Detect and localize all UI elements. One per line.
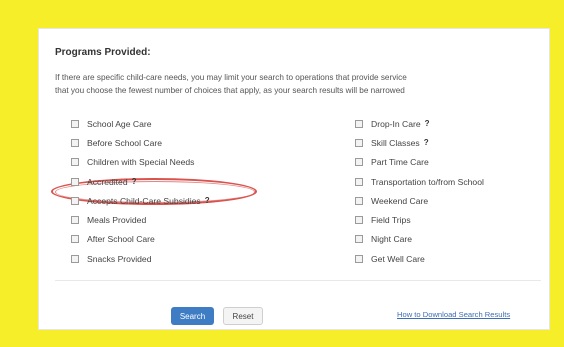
options-column-right: Drop-In Care ? Skill Classes ? Part Time… (355, 114, 484, 268)
checkbox[interactable] (71, 196, 79, 205)
checkbox[interactable] (355, 138, 363, 147)
checkbox[interactable] (71, 254, 79, 263)
help-icon[interactable]: ? (424, 138, 429, 147)
help-icon[interactable]: ? (132, 177, 137, 186)
checkbox[interactable] (355, 216, 363, 225)
checkbox[interactable] (355, 158, 363, 167)
option-label: Part Time Care (371, 157, 429, 168)
option-accepts-child-care-subsidies[interactable]: Accepts Child-Care Subsidies ? (71, 191, 210, 210)
option-transportation[interactable]: Transportation to/from School (355, 172, 484, 191)
option-label: Meals Provided (87, 215, 147, 226)
option-label: Skill Classes (371, 137, 420, 148)
description-line-1: If there are specific child-care needs, … (55, 73, 407, 82)
option-school-age-care[interactable]: School Age Care (71, 114, 210, 133)
option-before-school-care[interactable]: Before School Care (71, 133, 210, 152)
option-label: Snacks Provided (87, 253, 152, 264)
option-label: Get Well Care (371, 253, 425, 264)
option-get-well-care[interactable]: Get Well Care (355, 249, 484, 268)
divider (55, 280, 541, 281)
help-icon[interactable]: ? (205, 196, 210, 205)
checkbox[interactable] (71, 138, 79, 147)
option-after-school-care[interactable]: After School Care (71, 230, 210, 249)
checkbox[interactable] (71, 119, 79, 128)
option-label: Accredited (87, 176, 128, 187)
checkbox[interactable] (355, 177, 363, 186)
help-icon[interactable]: ? (425, 119, 430, 128)
option-part-time-care[interactable]: Part Time Care (355, 153, 484, 172)
option-night-care[interactable]: Night Care (355, 230, 484, 249)
checkbox[interactable] (71, 158, 79, 167)
option-label: Night Care (371, 234, 413, 245)
checkbox[interactable] (355, 119, 363, 128)
section-title: Programs Provided: (55, 47, 151, 58)
option-field-trips[interactable]: Field Trips (355, 210, 484, 229)
option-drop-in-care[interactable]: Drop-In Care ? (355, 114, 484, 133)
checkbox[interactable] (71, 235, 79, 244)
option-label: After School Care (87, 234, 155, 245)
option-label: School Age Care (87, 118, 152, 129)
checkbox[interactable] (71, 177, 79, 186)
option-accredited[interactable]: Accredited ? (71, 172, 210, 191)
checkbox[interactable] (71, 216, 79, 225)
section-description: If there are specific child-care needs, … (55, 71, 549, 97)
option-label: Before School Care (87, 137, 162, 148)
search-button[interactable]: Search (171, 307, 214, 325)
option-label: Weekend Care (371, 195, 429, 206)
option-skill-classes[interactable]: Skill Classes ? (355, 133, 484, 152)
description-line-2: that you choose the fewest number of cho… (55, 86, 405, 95)
option-label: Field Trips (371, 215, 411, 226)
checkbox[interactable] (355, 235, 363, 244)
reset-button[interactable]: Reset (223, 307, 263, 325)
option-label: Accepts Child-Care Subsidies (87, 195, 201, 206)
checkbox[interactable] (355, 254, 363, 263)
option-meals-provided[interactable]: Meals Provided (71, 210, 210, 229)
option-snacks-provided[interactable]: Snacks Provided (71, 249, 210, 268)
download-results-link[interactable]: How to Download Search Results (397, 310, 510, 319)
option-weekend-care[interactable]: Weekend Care (355, 191, 484, 210)
option-label: Drop-In Care (371, 118, 421, 129)
options-column-left: School Age Care Before School Care Child… (71, 114, 210, 268)
option-label: Transportation to/from School (371, 176, 484, 187)
checkbox[interactable] (355, 196, 363, 205)
programs-provided-panel: Programs Provided: If there are specific… (38, 28, 550, 330)
option-label: Children with Special Needs (87, 157, 195, 168)
option-children-special-needs[interactable]: Children with Special Needs (71, 153, 210, 172)
